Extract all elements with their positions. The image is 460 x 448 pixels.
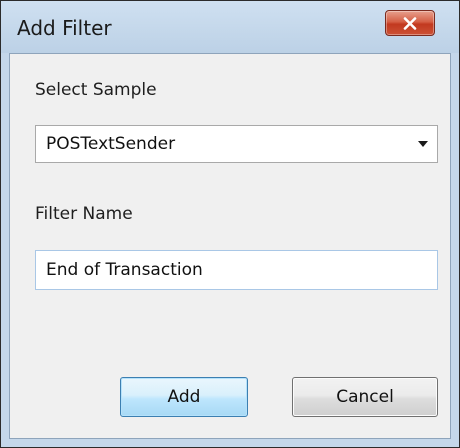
dialog-content: Select Sample POSTextSender Filter Name … — [9, 53, 451, 439]
chevron-down-icon — [418, 141, 428, 147]
window-title: Add Filter — [17, 16, 112, 40]
filter-name-input[interactable] — [35, 250, 438, 290]
select-sample-label: Select Sample — [35, 80, 157, 100]
title-bar[interactable]: Add Filter — [1, 1, 459, 53]
dialog-window: Add Filter Select Sample POSTextSender F… — [0, 0, 460, 448]
sample-dropdown[interactable]: POSTextSender — [35, 125, 438, 163]
close-button[interactable] — [385, 10, 435, 36]
filter-name-label: Filter Name — [35, 204, 133, 224]
add-button[interactable]: Add — [120, 377, 248, 417]
sample-dropdown-value: POSTextSender — [46, 134, 176, 154]
close-icon — [403, 17, 417, 30]
cancel-button[interactable]: Cancel — [292, 377, 438, 417]
